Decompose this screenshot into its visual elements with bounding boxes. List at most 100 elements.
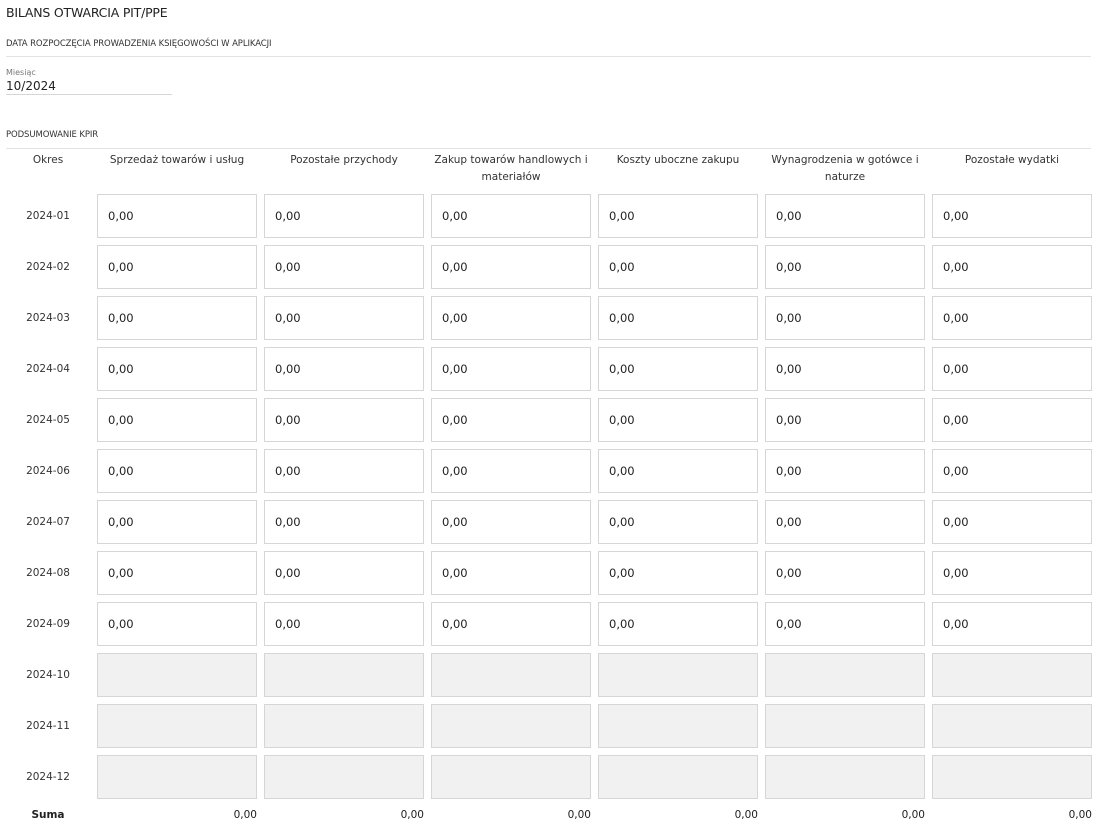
- table-row: 2024-05: [6, 398, 1092, 442]
- column-header-other-expenses: Pozostałe wydatki: [964, 154, 1060, 166]
- amount-input: [932, 704, 1092, 748]
- amount-input: [765, 704, 925, 748]
- amount-input: [431, 653, 591, 697]
- amount-input[interactable]: [431, 347, 591, 391]
- table-row: 2024-08: [6, 551, 1092, 595]
- amount-input[interactable]: [932, 194, 1092, 238]
- amount-input[interactable]: [765, 398, 925, 442]
- sum-value: 0,00: [567, 809, 591, 821]
- period-label: 2024-07: [26, 516, 70, 528]
- period-label: 2024-03: [26, 312, 70, 324]
- amount-input[interactable]: [264, 245, 424, 289]
- amount-input[interactable]: [932, 602, 1092, 646]
- amount-input[interactable]: [264, 194, 424, 238]
- period-label: 2024-01: [26, 210, 70, 222]
- amount-input[interactable]: [765, 551, 925, 595]
- amount-input[interactable]: [765, 347, 925, 391]
- amount-input[interactable]: [431, 245, 591, 289]
- sum-row: Suma 0,00 0,00 0,00 0,00 0,00 0,00: [6, 806, 1092, 824]
- table-row: 2024-12: [6, 755, 1092, 799]
- amount-input[interactable]: [932, 449, 1092, 493]
- amount-input: [264, 704, 424, 748]
- period-label: 2024-10: [26, 669, 70, 681]
- amount-input[interactable]: [97, 245, 257, 289]
- amount-input[interactable]: [598, 347, 758, 391]
- start-date-section-heading: DATA ROZPOCZĘCIA PROWADZENIA KSIĘGOWOŚCI…: [6, 39, 272, 49]
- kpir-summary-table: Okres Sprzedaż towarów i usług Pozostałe…: [0, 145, 1099, 831]
- amount-input[interactable]: [932, 245, 1092, 289]
- amount-input[interactable]: [97, 398, 257, 442]
- table-row: 2024-07: [6, 500, 1092, 544]
- amount-input[interactable]: [431, 551, 591, 595]
- amount-input: [598, 755, 758, 799]
- amount-input[interactable]: [264, 449, 424, 493]
- amount-input[interactable]: [431, 500, 591, 544]
- amount-input[interactable]: [765, 296, 925, 340]
- amount-input[interactable]: [598, 398, 758, 442]
- amount-input[interactable]: [264, 602, 424, 646]
- column-header-period: Okres: [32, 154, 64, 166]
- sum-value: 0,00: [1068, 809, 1092, 821]
- period-label: 2024-06: [26, 465, 70, 477]
- amount-input[interactable]: [97, 296, 257, 340]
- sum-value: 0,00: [400, 809, 424, 821]
- amount-input[interactable]: [932, 347, 1092, 391]
- amount-input[interactable]: [932, 500, 1092, 544]
- amount-input: [598, 704, 758, 748]
- amount-input: [598, 653, 758, 697]
- amount-input[interactable]: [932, 296, 1092, 340]
- amount-input[interactable]: [598, 500, 758, 544]
- amount-input[interactable]: [932, 398, 1092, 442]
- amount-input[interactable]: [765, 194, 925, 238]
- amount-input[interactable]: [97, 449, 257, 493]
- amount-input[interactable]: [765, 449, 925, 493]
- amount-input[interactable]: [598, 449, 758, 493]
- amount-input[interactable]: [765, 245, 925, 289]
- amount-input[interactable]: [598, 245, 758, 289]
- amount-input[interactable]: [932, 551, 1092, 595]
- period-label: 2024-02: [26, 261, 70, 273]
- amount-input[interactable]: [431, 602, 591, 646]
- amount-input: [431, 704, 591, 748]
- column-header-incidental-costs: Koszty uboczne zakupu: [616, 154, 740, 166]
- period-label: 2024-11: [26, 720, 70, 732]
- amount-input[interactable]: [598, 194, 758, 238]
- table-header-row: Okres Sprzedaż towarów i usług Pozostałe…: [6, 152, 1092, 187]
- month-field-label: Miesiąc: [6, 68, 36, 77]
- amount-input[interactable]: [97, 500, 257, 544]
- amount-input: [932, 755, 1092, 799]
- table-row: 2024-09: [6, 602, 1092, 646]
- column-header-other-income: Pozostałe przychody: [290, 154, 398, 166]
- period-label: 2024-08: [26, 567, 70, 579]
- amount-input: [932, 653, 1092, 697]
- amount-input[interactable]: [598, 602, 758, 646]
- amount-input: [431, 755, 591, 799]
- table-row: 2024-01: [6, 194, 1092, 238]
- amount-input[interactable]: [765, 602, 925, 646]
- amount-input: [97, 653, 257, 697]
- amount-input[interactable]: [431, 296, 591, 340]
- amount-input[interactable]: [765, 500, 925, 544]
- column-header-salaries: Wynagrodzenia w gotówce i naturze: [771, 154, 919, 183]
- amount-input[interactable]: [431, 449, 591, 493]
- amount-input[interactable]: [97, 347, 257, 391]
- amount-input[interactable]: [97, 602, 257, 646]
- amount-input[interactable]: [264, 296, 424, 340]
- amount-input[interactable]: [97, 551, 257, 595]
- amount-input: [97, 704, 257, 748]
- amount-input[interactable]: [598, 296, 758, 340]
- amount-input[interactable]: [264, 398, 424, 442]
- month-field[interactable]: [6, 77, 172, 95]
- amount-input[interactable]: [431, 194, 591, 238]
- amount-input[interactable]: [598, 551, 758, 595]
- amount-input[interactable]: [97, 194, 257, 238]
- amount-input: [765, 755, 925, 799]
- amount-input: [264, 755, 424, 799]
- amount-input[interactable]: [264, 347, 424, 391]
- period-label: 2024-09: [26, 618, 70, 630]
- amount-input[interactable]: [264, 551, 424, 595]
- amount-input[interactable]: [431, 398, 591, 442]
- period-label: 2024-05: [26, 414, 70, 426]
- sum-value: 0,00: [233, 809, 257, 821]
- amount-input[interactable]: [264, 500, 424, 544]
